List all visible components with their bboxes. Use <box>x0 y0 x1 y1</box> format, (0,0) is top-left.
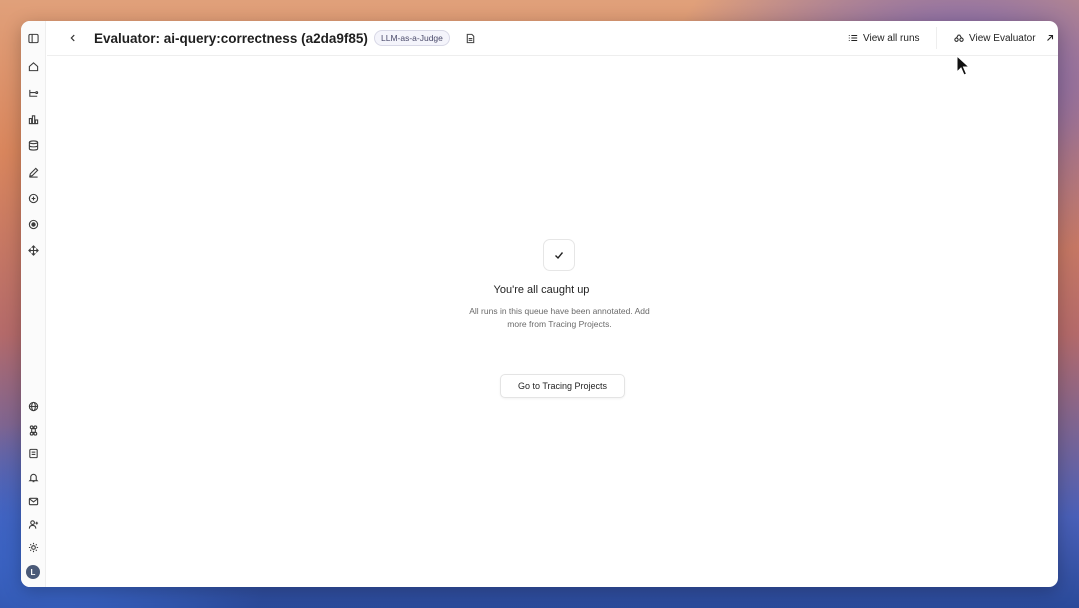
globe-icon[interactable] <box>26 399 40 413</box>
chevron-left-icon <box>70 34 75 42</box>
empty-state-description-line1: All runs in this queue have been annotat… <box>469 306 650 316</box>
empty-state-description: All runs in this queue have been annotat… <box>452 305 667 331</box>
external-link-icon <box>1046 34 1053 41</box>
avatar[interactable]: L <box>26 565 40 579</box>
home-icon[interactable] <box>26 59 40 73</box>
view-evaluator-label: View Evaluator <box>969 32 1036 44</box>
play-circle-icon[interactable] <box>26 217 40 231</box>
view-all-runs-label: View all runs <box>863 32 920 44</box>
document-icon[interactable] <box>463 31 477 45</box>
header: Evaluator: ai-query:correctness (a2da9f8… <box>47 21 1058 56</box>
header-divider <box>936 27 937 49</box>
empty-state-description-line2: more from Tracing Projects. <box>507 319 612 329</box>
user-plus-icon[interactable] <box>26 517 40 531</box>
command-icon[interactable] <box>26 423 40 437</box>
go-to-tracing-projects-button[interactable]: Go to Tracing Projects <box>500 374 625 398</box>
view-all-runs-button[interactable]: View all runs <box>840 27 928 49</box>
view-evaluator-button[interactable]: View Evaluator <box>946 27 1058 49</box>
page-title: Evaluator: ai-query:correctness (a2da9f8… <box>94 31 368 46</box>
pencil-icon[interactable] <box>26 165 40 179</box>
empty-state: You're all caught up All runs in this qu… <box>47 57 1058 587</box>
sun-icon[interactable] <box>26 540 40 554</box>
empty-state-title: You're all caught up <box>493 284 590 296</box>
mouse-cursor-icon <box>956 55 970 76</box>
check-icon <box>543 239 575 271</box>
back-button[interactable] <box>65 30 81 46</box>
bell-icon[interactable] <box>26 470 40 484</box>
deploy-icon[interactable] <box>26 243 40 257</box>
list-icon <box>848 34 858 42</box>
chat-icon[interactable] <box>26 191 40 205</box>
sidebar: L <box>21 21 46 587</box>
gavel-icon <box>954 34 964 42</box>
database-icon[interactable] <box>26 138 40 152</box>
evaluator-type-badge: LLM-as-a-Judge <box>374 30 450 46</box>
mail-icon[interactable] <box>26 494 40 508</box>
tracing-icon[interactable] <box>26 86 40 100</box>
sidebar-toggle-icon[interactable] <box>26 31 40 45</box>
app-window: L Evaluator: ai-query:correctness (a2da9… <box>21 21 1058 587</box>
chart-icon[interactable] <box>26 112 40 126</box>
doc-icon[interactable] <box>26 446 40 460</box>
